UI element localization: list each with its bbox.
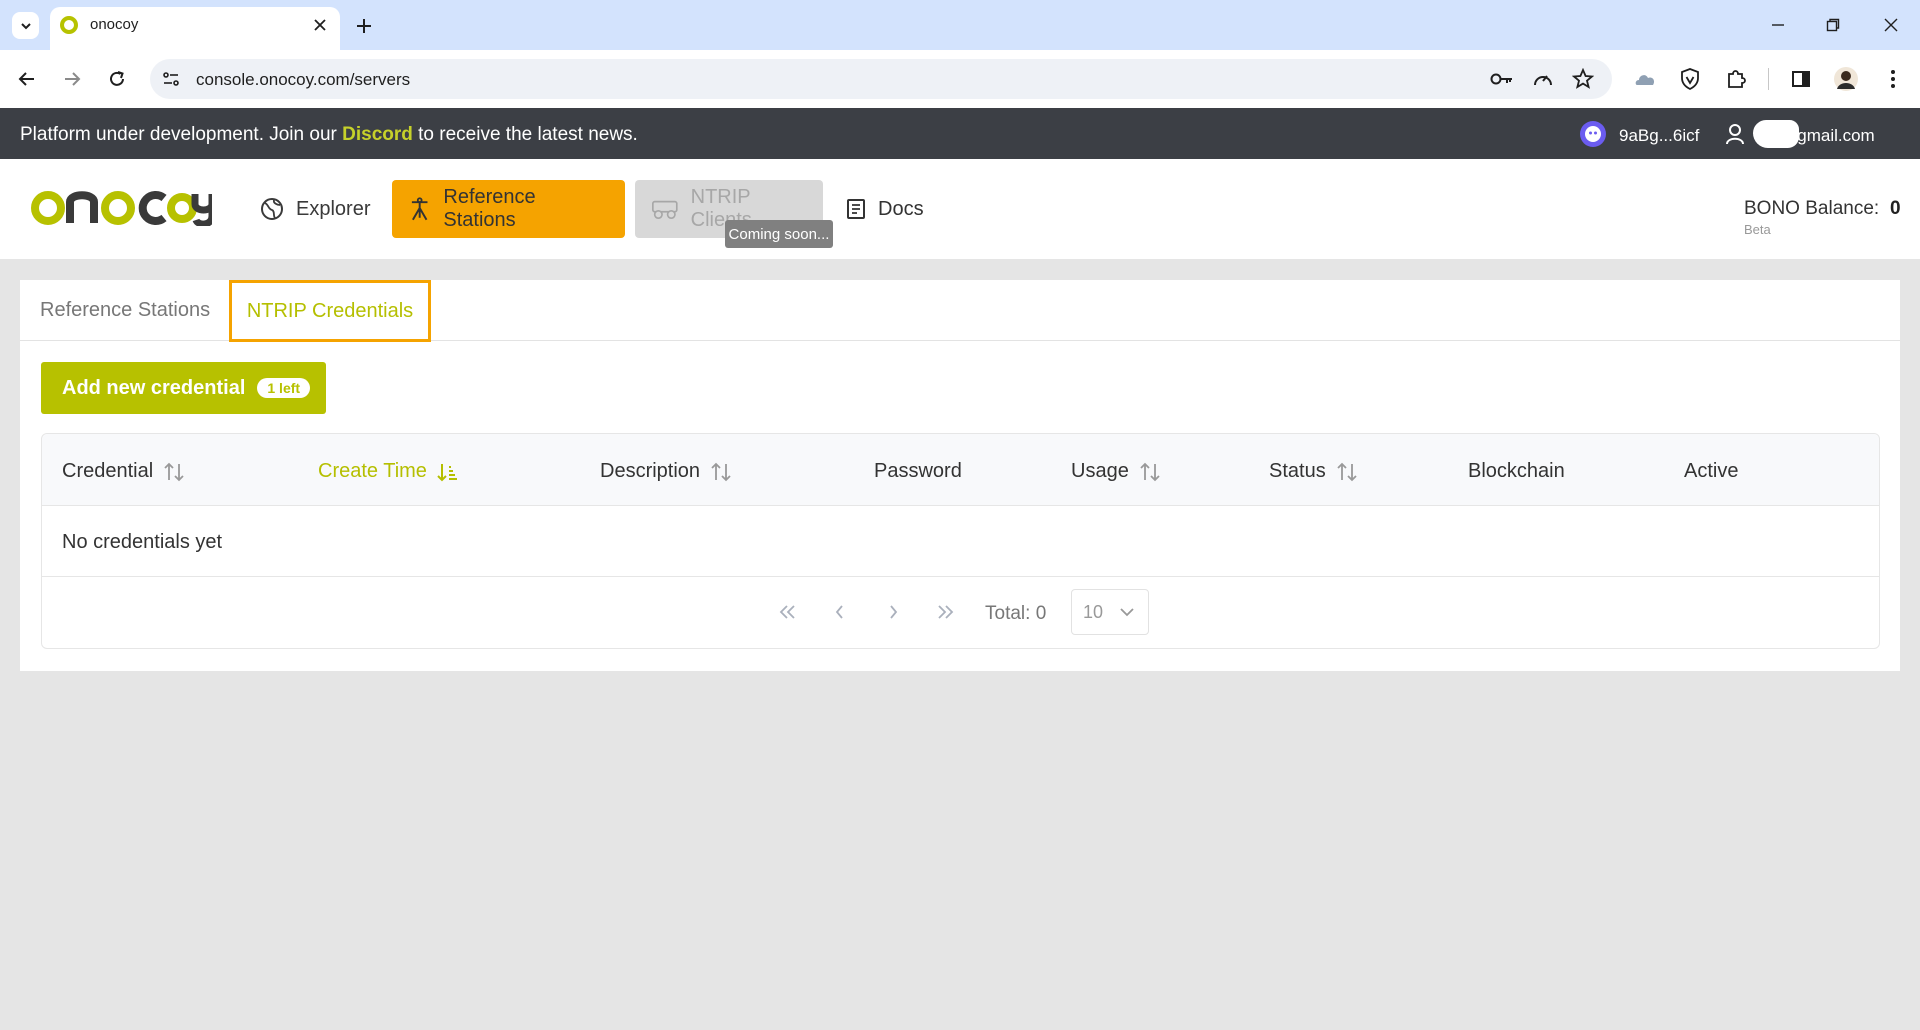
globe-icon [261, 198, 283, 220]
performance-icon[interactable] [1530, 66, 1556, 92]
chevron-down-icon [1120, 608, 1134, 617]
tab-title: onocoy [90, 16, 139, 33]
profile-avatar[interactable] [1833, 66, 1859, 92]
next-page-button[interactable] [881, 600, 905, 624]
empty-state-text: No credentials yet [62, 531, 223, 553]
column-usage[interactable]: Usage [1071, 460, 1161, 483]
tab-close-button[interactable] [310, 15, 330, 35]
nav-explorer[interactable]: Explorer [244, 180, 386, 238]
column-status-label: Status [1269, 460, 1326, 482]
url-text: console.onocoy.com/servers [196, 70, 411, 89]
tab-reference-stations[interactable]: Reference Stations [40, 280, 210, 340]
column-password: Password [874, 460, 962, 483]
nav-reference-stations-label: Reference Stations [443, 186, 536, 231]
more-vertical-icon [1891, 70, 1895, 88]
chevrons-left-icon [779, 605, 795, 619]
first-page-button[interactable] [776, 600, 800, 624]
toolbar-divider [1768, 68, 1769, 90]
extensions-puzzle-icon[interactable] [1723, 66, 1749, 92]
restore-icon [1826, 18, 1840, 32]
minimize-button[interactable] [1758, 12, 1798, 38]
column-usage-label: Usage [1071, 460, 1129, 482]
page-size-select[interactable]: 10 [1071, 589, 1149, 635]
column-create-time[interactable]: Create Time [318, 460, 459, 483]
close-icon [1884, 18, 1898, 32]
browser-menu-button[interactable] [1880, 66, 1906, 92]
total-count: Total: 0 [985, 603, 1047, 624]
bookmark-star-icon[interactable] [1570, 66, 1596, 92]
column-blockchain-label: Blockchain [1468, 460, 1565, 482]
table-empty-row [42, 506, 1879, 577]
chevron-down-icon [20, 22, 31, 29]
nav-reference-stations[interactable]: Reference Stations [392, 180, 625, 238]
column-credential-label: Credential [62, 460, 154, 482]
extension-cloud-icon[interactable] [1633, 66, 1659, 92]
chevron-right-icon [890, 605, 898, 619]
forward-button[interactable] [56, 63, 88, 95]
plus-icon [357, 19, 371, 33]
column-credential[interactable]: Credential [62, 460, 185, 483]
side-panel-icon[interactable] [1788, 66, 1814, 92]
back-button[interactable] [11, 63, 43, 95]
arrow-right-icon [65, 72, 81, 86]
sort-icon [1140, 462, 1160, 481]
onocoy-logo[interactable] [30, 190, 212, 226]
coming-soon-tooltip: Coming soon... [725, 220, 833, 248]
tab-ntrip-credentials[interactable]: NTRIP Credentials [229, 280, 431, 342]
nav-docs-label: Docs [878, 197, 924, 220]
restore-button[interactable] [1813, 12, 1853, 38]
tab-search-button[interactable] [12, 12, 39, 39]
banner-text-after: to receive the latest news. [412, 124, 638, 145]
add-new-credential-button[interactable]: Add new credential 1 left [41, 362, 326, 414]
site-info-icon[interactable] [161, 69, 181, 89]
banner-text-before: Platform under development. Join our [20, 124, 343, 145]
column-description[interactable]: Description [600, 460, 732, 483]
close-icon [314, 19, 326, 31]
credentials-left-badge: 1 left [257, 378, 311, 398]
extension-shield-icon[interactable] [1677, 66, 1703, 92]
chevrons-right-icon [938, 605, 954, 619]
wallet-address[interactable]: 9aBg...6icf [1619, 126, 1699, 146]
key-icon[interactable] [1489, 66, 1515, 92]
document-icon [847, 199, 865, 219]
discord-link[interactable]: Discord [342, 124, 413, 145]
reload-button[interactable] [101, 63, 133, 95]
sort-descending-icon [437, 463, 457, 481]
new-tab-button[interactable] [352, 14, 376, 38]
previous-page-button[interactable] [828, 600, 852, 624]
nav-docs[interactable]: Docs [830, 180, 940, 238]
column-create-time-label: Create Time [318, 460, 427, 482]
minimize-icon [1772, 24, 1784, 26]
onocoy-favicon-icon [60, 16, 78, 34]
sort-icon [164, 462, 184, 481]
column-description-label: Description [600, 460, 701, 482]
sort-icon [1337, 462, 1357, 481]
chevron-left-icon [835, 605, 843, 619]
sort-icon [711, 462, 731, 481]
tractor-icon [652, 200, 678, 220]
column-active-label: Active [1684, 460, 1739, 482]
banner-text: Platform under development. Join our Dis… [20, 124, 638, 146]
bono-balance-label: BONO Balance: [1744, 198, 1880, 219]
user-email[interactable]: @gmail.com [1780, 126, 1875, 146]
nav-explorer-label: Explorer [296, 197, 371, 220]
column-status[interactable]: Status [1269, 460, 1358, 483]
page-size-value: 10 [1083, 601, 1104, 622]
column-password-label: Password [874, 460, 962, 482]
arrow-left-icon [18, 72, 34, 86]
beta-label: Beta [1744, 222, 1771, 237]
add-new-credential-label: Add new credential [62, 376, 246, 399]
user-icon [1725, 123, 1745, 145]
column-blockchain: Blockchain [1468, 460, 1565, 483]
reload-icon [110, 71, 124, 86]
column-active: Active [1684, 460, 1738, 483]
close-window-button[interactable] [1871, 12, 1911, 38]
bono-balance-value: 0 [1890, 198, 1901, 219]
antenna-tripod-icon [411, 197, 428, 221]
last-page-button[interactable] [933, 600, 957, 624]
wallet-avatar-icon [1580, 121, 1606, 147]
